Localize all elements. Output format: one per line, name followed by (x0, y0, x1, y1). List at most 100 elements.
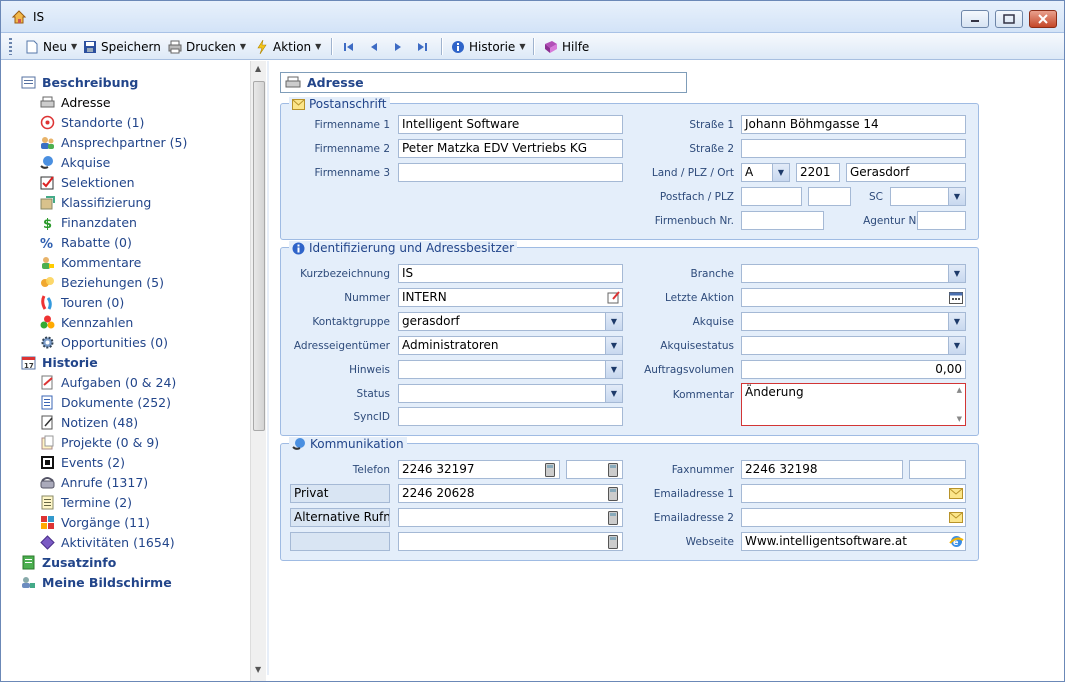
chevron-down-icon[interactable]: ▼ (605, 361, 622, 378)
scrollbar-thumb[interactable] (253, 81, 265, 431)
sidebar-item-aufgaben[interactable]: Aufgaben (0 & 24) (40, 375, 176, 390)
webseite-input[interactable]: Www.intelligentsoftware.at e (741, 532, 966, 551)
edit-note-icon[interactable] (605, 290, 621, 305)
envelope-icon[interactable] (948, 510, 964, 525)
sidebar-item-selektionen[interactable]: Selektionen (40, 175, 135, 190)
sidebar-item-finanzdaten[interactable]: $ Finanzdaten (40, 215, 137, 230)
chevron-down-icon[interactable]: ▼ (605, 337, 622, 354)
next-record-button[interactable] (391, 37, 405, 56)
scroll-down-icon[interactable]: ▼ (957, 415, 962, 423)
custom-label-field[interactable] (290, 532, 390, 551)
scroll-down-icon[interactable]: ▼ (255, 665, 261, 674)
chevron-down-icon[interactable]: ▼ (772, 164, 789, 181)
akquisestatus-select[interactable]: ▼ (741, 336, 966, 355)
last-record-button[interactable] (415, 37, 429, 56)
sidebar-section-meine-bildschirme[interactable]: Meine Bildschirme (21, 575, 172, 590)
sidebar-item-aktivitaeten[interactable]: Aktivitäten (1654) (40, 535, 175, 550)
plz-input[interactable]: 2201 (796, 163, 840, 182)
chevron-down-icon[interactable]: ▼ (948, 188, 965, 205)
postfach-input[interactable] (741, 187, 802, 206)
alternative-label-field[interactable]: Alternative Rufnu (290, 508, 390, 527)
land-select[interactable]: A ▼ (741, 163, 790, 182)
firmenbuch-input[interactable] (741, 211, 824, 230)
close-button[interactable] (1029, 10, 1057, 28)
sidebar-item-kommentare[interactable]: Kommentare (40, 255, 141, 270)
faxnummer-input[interactable]: 2246 32198 (741, 460, 903, 479)
postfach-plz-input[interactable] (808, 187, 851, 206)
fax-extension-input[interactable] (909, 460, 966, 479)
sidebar-section-historie[interactable]: 17 Historie (21, 355, 98, 370)
sidebar-scrollbar[interactable]: ▲ ▼ (250, 61, 266, 681)
chevron-down-icon[interactable]: ▼ (948, 313, 965, 330)
phone-keypad-icon[interactable] (605, 534, 621, 549)
scroll-up-icon[interactable]: ▲ (957, 386, 962, 394)
sidebar-item-rabatte[interactable]: % Rabatte (0) (40, 235, 132, 250)
first-record-button[interactable] (342, 37, 356, 56)
sidebar-section-zusatzinfo[interactable]: Zusatzinfo (21, 555, 116, 570)
sidebar-item-opportunities[interactable]: Opportunities (0) (40, 335, 168, 350)
toolbar-grip[interactable] (9, 38, 12, 55)
telefon-extension-input[interactable] (566, 460, 623, 479)
branche-select[interactable]: ▼ (741, 264, 966, 283)
sidebar-item-standorte[interactable]: Standorte (1) (40, 115, 144, 130)
firmenname1-input[interactable]: Intelligent Software (398, 115, 623, 134)
browser-icon[interactable]: e (948, 534, 964, 549)
kurzbezeichnung-input[interactable]: IS (398, 264, 623, 283)
chevron-down-icon[interactable]: ▼ (605, 313, 622, 330)
agentur-input[interactable] (917, 211, 966, 230)
sidebar-item-adresse[interactable]: Adresse (40, 95, 111, 110)
adresseigentuemer-select[interactable]: Administratoren ▼ (398, 336, 623, 355)
sidebar-item-kennzahlen[interactable]: Kennzahlen (40, 315, 133, 330)
custom-phone-input[interactable] (398, 532, 623, 551)
phone-keypad-icon[interactable] (605, 510, 621, 525)
sidebar-item-vorgaenge[interactable]: Vorgänge (11) (40, 515, 150, 530)
privat-input[interactable]: 2246 20628 (398, 484, 623, 503)
phone-keypad-icon[interactable] (605, 486, 621, 501)
sidebar-item-dokumente[interactable]: Dokumente (252) (40, 395, 171, 410)
letzte-aktion-input[interactable] (741, 288, 966, 307)
sidebar-item-touren[interactable]: Touren (0) (40, 295, 124, 310)
scroll-up-icon[interactable]: ▲ (255, 64, 261, 73)
sidebar-item-notizen[interactable]: Notizen (48) (40, 415, 138, 430)
auftragsvolumen-input[interactable]: 0,00 (741, 360, 966, 379)
ort-input[interactable]: Gerasdorf (846, 163, 966, 182)
sidebar-item-termine[interactable]: Termine (2) (40, 495, 132, 510)
sidebar-item-klassifizierung[interactable]: Klassifizierung (40, 195, 151, 210)
hilfe-button[interactable]: Hilfe (544, 37, 589, 56)
kommentar-textarea[interactable]: Änderung ▲ ▼ (741, 383, 966, 426)
email1-input[interactable] (741, 484, 966, 503)
sidebar-item-akquise[interactable]: Akquise (40, 155, 110, 170)
envelope-icon[interactable] (948, 486, 964, 501)
email2-input[interactable] (741, 508, 966, 527)
sidebar-item-beziehungen[interactable]: Beziehungen (5) (40, 275, 164, 290)
historie-button[interactable]: Historie ▼ (451, 37, 525, 56)
telefon-input[interactable]: 2246 32197 (398, 460, 560, 479)
sidebar-item-anrufe[interactable]: Anrufe (1317) (40, 475, 148, 490)
status-select[interactable]: ▼ (398, 384, 623, 403)
syncid-input[interactable] (398, 407, 623, 426)
calendar-icon[interactable] (948, 290, 964, 305)
drucken-button[interactable]: Drucken ▼ (168, 37, 246, 56)
privat-label-field[interactable]: Privat (290, 484, 390, 503)
nummer-input[interactable]: INTERN (398, 288, 623, 307)
chevron-down-icon[interactable]: ▼ (948, 337, 965, 354)
sc-select[interactable]: ▼ (890, 187, 966, 206)
sidebar-item-events[interactable]: Events (2) (40, 455, 125, 470)
neu-button[interactable]: Neu ▼ (25, 37, 77, 56)
previous-record-button[interactable] (367, 37, 381, 56)
aktion-button[interactable]: Aktion ▼ (255, 37, 321, 56)
minimize-button[interactable] (961, 10, 989, 28)
speichern-button[interactable]: Speichern (83, 37, 161, 56)
akquise-select[interactable]: ▼ (741, 312, 966, 331)
phone-keypad-icon[interactable] (605, 462, 621, 477)
sidebar-item-projekte[interactable]: Projekte (0 & 9) (40, 435, 159, 450)
firmenname2-input[interactable]: Peter Matzka EDV Vertriebs KG (398, 139, 623, 158)
firmenname3-input[interactable] (398, 163, 623, 182)
hinweis-select[interactable]: ▼ (398, 360, 623, 379)
strasse2-input[interactable] (741, 139, 966, 158)
sidebar-item-ansprechpartner[interactable]: Ansprechpartner (5) (40, 135, 187, 150)
kontaktgruppe-select[interactable]: gerasdorf ▼ (398, 312, 623, 331)
alternative-input[interactable] (398, 508, 623, 527)
phone-keypad-icon[interactable] (542, 462, 558, 477)
strasse1-input[interactable]: Johann Böhmgasse 14 (741, 115, 966, 134)
